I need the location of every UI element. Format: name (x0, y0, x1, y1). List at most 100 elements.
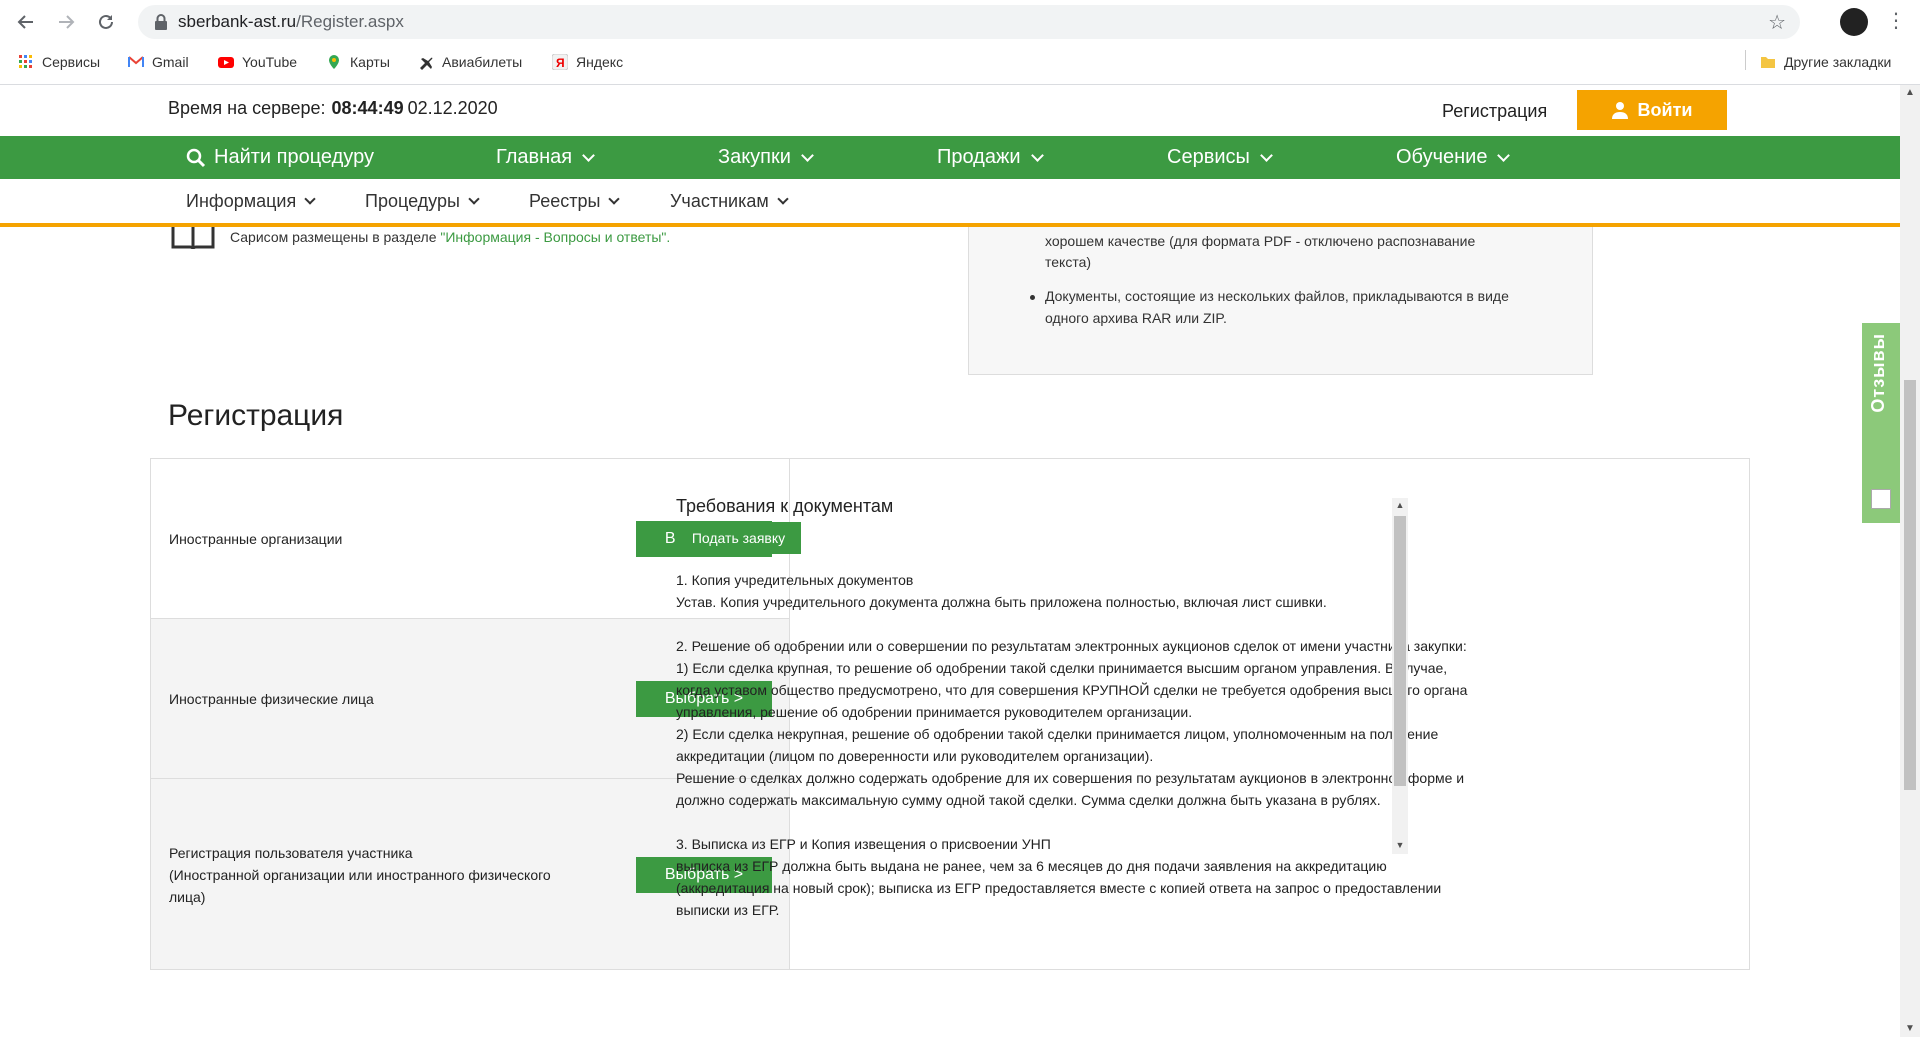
edit-note-icon (1871, 489, 1891, 509)
requirements-line: 1) Если сделка крупная, то решение об од… (676, 660, 1448, 676)
info-text: текста) (1045, 254, 1092, 270)
scrollbar-thumb[interactable] (1904, 380, 1916, 790)
requirements-line (676, 811, 1376, 833)
main-nav: Найти процедуру Главная Закупки Продажи … (0, 136, 1900, 179)
url-host: sberbank-ast.ru (178, 12, 297, 31)
bookmark-yandex[interactable]: Я Яндекс (552, 51, 623, 73)
option-label: лица) (169, 889, 206, 905)
youtube-icon (218, 57, 234, 68)
requirements-line: Устав. Копия учредительного документа до… (676, 594, 1327, 610)
subnav-label: Реестры (529, 191, 601, 211)
info-text: Документы, состоящие из нескольких файло… (1045, 288, 1509, 304)
apply-button[interactable]: Подать заявку (676, 522, 801, 554)
chevron-down-icon (304, 193, 316, 205)
bookmark-maps[interactable]: Карты (326, 51, 390, 73)
nav-find-procedure[interactable]: Найти процедуру (186, 146, 374, 169)
site-topbar: Время на сервере: 08:44:49 02.12.2020 Реги… (0, 85, 1900, 135)
nav-label: Продажи (937, 146, 1021, 168)
plane-icon (420, 57, 433, 70)
nav-label: Сервисы (1167, 146, 1250, 168)
faq-hint-text: Сарисом размещены в разделе "Информация … (230, 229, 670, 245)
feedback-tab[interactable]: Отзывы (1862, 323, 1900, 523)
nav-education[interactable]: Обучение (1396, 146, 1511, 169)
feedback-label: Отзывы (1868, 333, 1888, 413)
browser-menu-icon[interactable]: ⋮ (1886, 8, 1906, 36)
yandex-icon: Я (552, 54, 568, 70)
scrollbar-thumb[interactable] (1394, 516, 1406, 786)
bookmark-label: Другие закладки (1784, 54, 1892, 70)
server-time: Время на сервере: 08:44:49 02.12.2020 (168, 98, 498, 119)
bookmark-label: Сервисы (42, 54, 101, 70)
profile-avatar[interactable] (1840, 8, 1868, 36)
web-page: Время на сервере: 08:44:49 02.12.2020 Реги… (0, 85, 1900, 1037)
option-label: Иностранные организации (169, 531, 343, 547)
page-title: Регистрация (168, 399, 344, 432)
bookmark-star-icon[interactable]: ☆ (1768, 10, 1786, 35)
bookmark-youtube[interactable]: YouTube (218, 51, 297, 73)
maps-pin-icon (329, 55, 339, 69)
subnav-information[interactable]: Информация (186, 191, 316, 212)
chevron-down-icon (608, 193, 621, 205)
subnav-procedures[interactable]: Процедуры (365, 191, 480, 212)
bookmark-label: Яндекс (576, 54, 624, 70)
requirements-line: управления, решение об одобрении принима… (676, 704, 1193, 720)
bookmark-services[interactable]: Сервисы (18, 51, 100, 73)
requirements-line: 2. Решение об одобрении или о совершении… (676, 638, 1467, 654)
address-bar[interactable]: sberbank-ast.ru/Register.aspx ☆ (138, 5, 1800, 39)
search-icon (186, 148, 206, 167)
chevron-down-icon (801, 148, 814, 162)
requirements-line: должно содержать максимальную сумму одно… (676, 792, 1381, 808)
gmail-icon (128, 56, 144, 67)
faq-hint-prefix: Сарисом размещены в разделе (230, 229, 437, 245)
nav-purchases[interactable]: Закупки (718, 146, 814, 169)
chevron-down-icon (468, 193, 480, 205)
browser-chrome: sberbank-ast.ru/Register.aspx ☆ ⋮ Сервис… (0, 0, 1920, 85)
lock-icon (155, 14, 167, 30)
scroll-down-arrow-icon[interactable]: ▼ (1900, 1023, 1920, 1034)
apps-grid-icon (19, 55, 32, 68)
subnav-participants[interactable]: Участникам (670, 191, 789, 212)
info-text: хорошем качестве (для формата PDF - откл… (1045, 233, 1476, 249)
chevron-down-icon (1030, 148, 1044, 162)
reload-icon[interactable] (92, 8, 120, 36)
bookmark-label: YouTube (242, 54, 298, 70)
sub-nav: Информация Процедуры Реестры Участникам (0, 179, 1900, 227)
folder-icon (1761, 57, 1775, 68)
register-link[interactable]: Регистрация (1442, 101, 1547, 122)
bullet (1030, 295, 1035, 300)
chevron-down-icon (1497, 148, 1511, 162)
forward-arrow-icon[interactable] (52, 8, 80, 36)
nav-label: Найти процедуру (214, 146, 374, 168)
user-icon (1611, 102, 1628, 119)
subnav-label: Информация (186, 191, 297, 211)
requirements-line: 1. Копия учредительных документов (676, 572, 914, 588)
faq-link[interactable]: "Информация - Вопросы и ответы". (440, 229, 670, 245)
bookmark-label: Авиабилеты (442, 54, 523, 70)
server-date-value: 02.12.2020 (407, 98, 498, 118)
option-label: Регистрация пользователя участника (169, 845, 413, 861)
subnav-registries[interactable]: Реестры (529, 191, 621, 212)
subnav-label: Участникам (670, 191, 769, 211)
requirements-line: 2) Если сделка некрупная, решение об одо… (676, 726, 1439, 742)
url-text: sberbank-ast.ru/Register.aspx (178, 12, 404, 32)
requirements-scrollbar[interactable]: ▲ ▼ (1392, 498, 1408, 854)
chevron-down-icon (582, 148, 595, 162)
nav-services[interactable]: Сервисы (1167, 146, 1273, 169)
server-time-label: Время на сервере: (168, 98, 326, 118)
scroll-down-arrow-icon[interactable]: ▼ (1392, 840, 1408, 850)
bookmarks-divider (1745, 50, 1746, 70)
bookmark-gmail[interactable]: Gmail (128, 51, 189, 73)
nav-sales[interactable]: Продажи (937, 146, 1044, 169)
nav-main[interactable]: Главная (496, 146, 595, 169)
page-scrollbar[interactable]: ▲ ▼ (1900, 85, 1920, 1037)
option-label: (Иностранной организации или иностранног… (169, 867, 551, 883)
back-arrow-icon[interactable] (12, 8, 40, 36)
scroll-up-arrow-icon[interactable]: ▲ (1900, 87, 1920, 98)
requirements-text: 1. Копия учредительных документов Устав.… (676, 569, 1468, 921)
requirements-line: когда уставом общество предусмотрено, чт… (676, 682, 1468, 698)
svg-text:Я: Я (556, 56, 565, 70)
login-button[interactable]: Войти (1577, 90, 1727, 130)
bookmark-avia[interactable]: Авиабилеты (418, 51, 522, 73)
scroll-up-arrow-icon[interactable]: ▲ (1392, 500, 1408, 510)
bookmark-other[interactable]: Другие закладки (1760, 51, 1891, 73)
